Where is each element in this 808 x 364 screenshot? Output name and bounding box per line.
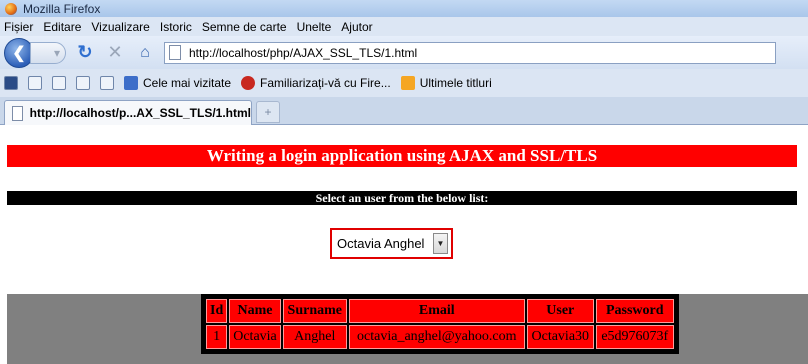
menu-history[interactable]: Istoric <box>160 20 192 34</box>
column-header-name: Name <box>229 299 281 323</box>
page-banner: Writing a login application using AJAX a… <box>7 145 797 167</box>
menu-file[interactable]: Fișier <box>4 20 33 34</box>
bookmark-label: Cele mai vizitate <box>143 76 232 90</box>
tab-title: http://localhost/p...AX_SSL_TLS/1.html <box>29 106 251 120</box>
user-select[interactable]: Octavia Anghel ▼ <box>330 228 453 259</box>
cell-password: e5d976073f <box>595 325 674 349</box>
page-icon <box>12 105 23 121</box>
rss-icon <box>400 76 415 90</box>
user-select-value: Octavia Anghel <box>337 236 425 251</box>
bookmark-latest-headlines[interactable]: Ultimele titluri <box>400 76 492 90</box>
column-header-surname: Surname <box>282 299 347 323</box>
menu-tools[interactable]: Unelte <box>297 20 332 34</box>
history-icon[interactable] <box>100 76 114 90</box>
menu-view[interactable]: Vizualizare <box>91 20 149 34</box>
menu-bookmarks[interactable]: Semne de carte <box>202 20 287 34</box>
stop-button[interactable]: ✕ <box>104 42 126 64</box>
clipboard-icon[interactable] <box>52 76 66 90</box>
firefox-logo-icon <box>5 2 17 15</box>
forward-button[interactable]: ▾ <box>30 41 66 64</box>
page-icon <box>169 45 181 60</box>
cell-surname: Anghel <box>282 325 347 349</box>
bookmark-label: Ultimele titluri <box>419 76 492 90</box>
tab-active[interactable]: http://localhost/p...AX_SSL_TLS/1.html <box>4 100 252 125</box>
menu-edit[interactable]: Editare <box>43 20 81 34</box>
column-header-password: Password <box>595 299 674 323</box>
page-subtitle: Select an user from the below list: <box>7 191 797 205</box>
plus-icon: + <box>264 105 272 119</box>
new-tab-button[interactable]: + <box>256 101 280 123</box>
page-content: Writing a login application using AJAX a… <box>0 126 808 364</box>
window-titlebar: Mozilla Firefox <box>0 0 808 17</box>
copy-icon[interactable] <box>76 76 90 90</box>
menu-bar: Fișier Editare Vizualizare Istoric Semne… <box>0 17 808 36</box>
cell-email: octavia_anghel@yahoo.com <box>348 325 525 349</box>
cell-id: 1 <box>206 325 228 349</box>
chevron-down-icon: ▾ <box>53 45 60 60</box>
menu-help[interactable]: Ajutor <box>341 20 372 34</box>
users-table: Id Name Surname Email User Password 1 Oc… <box>201 294 679 354</box>
table-header-row: Id Name Surname Email User Password <box>206 299 674 323</box>
bookmarks-toolbar: Cele mai vizitate Familiarizați-vă cu Fi… <box>0 69 808 97</box>
back-arrow-icon: ❮ <box>12 44 26 62</box>
reload-button[interactable]: ↻ <box>74 42 96 64</box>
bookmark-star-icon[interactable] <box>4 76 18 90</box>
window-title: Mozilla Firefox <box>23 1 101 16</box>
column-header-email: Email <box>348 299 525 323</box>
cell-name: Octavia <box>229 325 281 349</box>
navigation-toolbar: ❮ ▾ ↻ ✕ ⌂ http://localhost/php/AJAX_SSL_… <box>0 36 808 69</box>
most-visited-icon <box>124 76 138 90</box>
reload-icon: ↻ <box>77 42 93 62</box>
stop-icon: ✕ <box>107 42 123 62</box>
home-icon: ⌂ <box>140 43 150 61</box>
column-header-user: User <box>526 299 594 323</box>
chevron-down-icon[interactable]: ▼ <box>433 233 448 254</box>
tab-strip: http://localhost/p...AX_SSL_TLS/1.html + <box>0 97 808 125</box>
cell-user: Octavia30 <box>526 325 594 349</box>
bookmark-label: Familiarizați-vă cu Fire... <box>260 76 391 90</box>
column-header-id: Id <box>206 299 228 323</box>
url-text: http://localhost/php/AJAX_SSL_TLS/1.html <box>189 45 418 60</box>
firefox-getting-started-icon <box>241 76 256 90</box>
bookmark-most-visited[interactable]: Cele mai vizitate <box>124 76 231 90</box>
home-button[interactable]: ⌂ <box>134 42 156 64</box>
table-row: 1 Octavia Anghel octavia_anghel@yahoo.co… <box>206 325 674 349</box>
new-bookmark-icon[interactable] <box>28 76 42 90</box>
url-input[interactable]: http://localhost/php/AJAX_SSL_TLS/1.html <box>164 41 776 64</box>
bookmark-getting-started[interactable]: Familiarizați-vă cu Fire... <box>241 76 391 90</box>
